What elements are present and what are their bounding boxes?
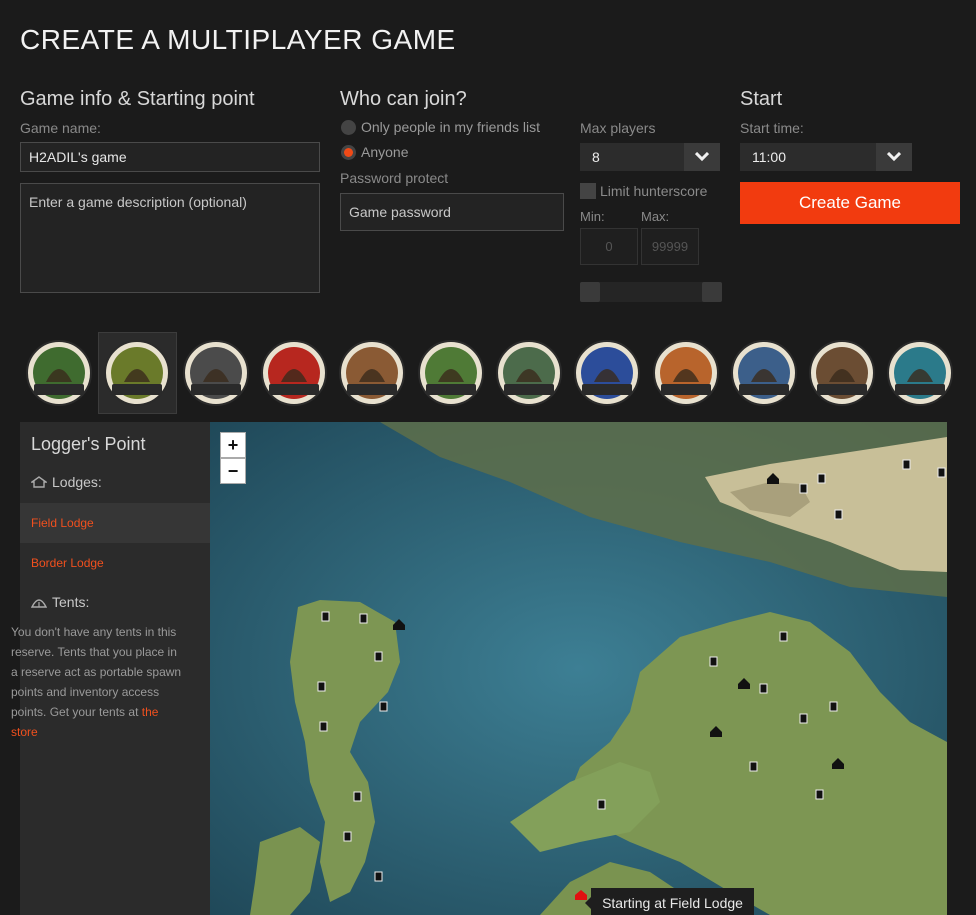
reserve-badge[interactable] [20,332,98,414]
anyone-radio[interactable]: Anyone [341,144,408,160]
rougarou-bayou-logo [494,338,564,408]
lodge-item-field-lodge[interactable]: Field Lodge [20,503,229,543]
checkbox[interactable] [580,183,596,199]
redfeather-falls-logo [259,338,329,408]
start-time-select[interactable]: 11:00 [740,143,912,171]
timbergold-trails-logo [807,338,877,408]
tents-heading-label: Tents: [52,594,90,610]
tents-description: You don't have any tents in this reserve… [11,622,183,742]
chevron-down-icon[interactable] [684,143,720,171]
loggers-point-logo [102,338,172,408]
tents-heading: Tents: [31,594,89,610]
slider-min-handle[interactable] [580,282,600,302]
limit-hunterscore-label: Limit hunterscore [600,183,708,199]
start-time-label: Start time: [740,120,804,136]
piccabeen-bay-logo [885,338,955,408]
tent-icon [31,599,47,608]
friends-only-label: Only people in my friends list [361,119,540,135]
min-score-input[interactable]: 0 [580,228,638,265]
reserve-badge[interactable] [255,332,333,414]
bushrangers-run-logo [651,338,721,408]
lodge-icon [31,476,47,488]
val-des-bois-logo [572,338,642,408]
game-info-title: Game info & Starting point [20,88,255,110]
reserve-badge[interactable] [568,332,646,414]
reserve-badge[interactable] [803,332,881,414]
hirschfelden-logo [337,338,407,408]
lodges-heading: Lodges: [31,474,102,490]
lodges-heading-label: Lodges: [52,474,102,490]
reserve-badge[interactable] [411,332,489,414]
settler-creeks-logo [181,338,251,408]
game-password-input[interactable]: Game password [340,193,564,231]
max-players-select[interactable]: 8 [580,143,720,171]
min-score-label: Min: [580,209,605,224]
max-score-label: Max: [641,209,670,224]
game-name-input[interactable]: H2ADIL's game [20,142,320,172]
whiterime-ridge-logo [729,338,799,408]
reserve-badge[interactable] [881,332,959,414]
hunterscore-slider[interactable] [580,282,722,302]
friends-only-radio[interactable]: Only people in my friends list [341,119,540,135]
radio-button[interactable] [341,119,356,135]
slider-max-handle[interactable] [702,282,722,302]
anyone-label: Anyone [361,144,409,160]
reserve-badge-selected[interactable] [98,332,177,414]
start-time-value: 11:00 [752,149,786,165]
zoom-out-button[interactable]: − [220,458,246,484]
map-terrain [210,422,947,915]
reserve-badge[interactable] [490,332,568,414]
starting-point-tooltip: Starting at Field Lodge [585,888,754,915]
max-players-value: 8 [592,149,600,165]
password-protect-label: Password protect [340,170,449,186]
lodge-item-border-lodge[interactable]: Border Lodge [20,543,210,583]
reserve-badge[interactable] [177,332,255,414]
max-score-input[interactable]: 99999 [641,228,699,265]
radio-button-selected[interactable] [341,144,356,160]
max-players-label: Max players [580,120,656,136]
game-name-label: Game name: [20,120,101,136]
page-title: CREATE A MULTIPLAYER GAME [20,24,456,55]
chevron-down-icon[interactable] [876,143,912,171]
zoom-in-button[interactable]: + [220,432,246,458]
reserve-map[interactable]: + − Starting at Field Lodge [210,422,947,915]
game-description-input[interactable]: Enter a game description (optional) [20,183,320,293]
whitehart-island-logo [24,338,94,408]
reserve-badge[interactable] [646,332,724,414]
hemmeldal-logo [416,338,486,408]
create-game-button[interactable]: Create Game [740,182,960,224]
reserve-badge[interactable] [725,332,803,414]
reserve-selector [20,332,960,416]
start-title: Start [740,88,783,110]
who-can-join-title: Who can join? [340,88,467,110]
limit-hunterscore-checkbox[interactable]: Limit hunterscore [580,183,707,199]
reserve-name: Logger's Point [31,434,146,454]
reserve-badge[interactable] [333,332,411,414]
